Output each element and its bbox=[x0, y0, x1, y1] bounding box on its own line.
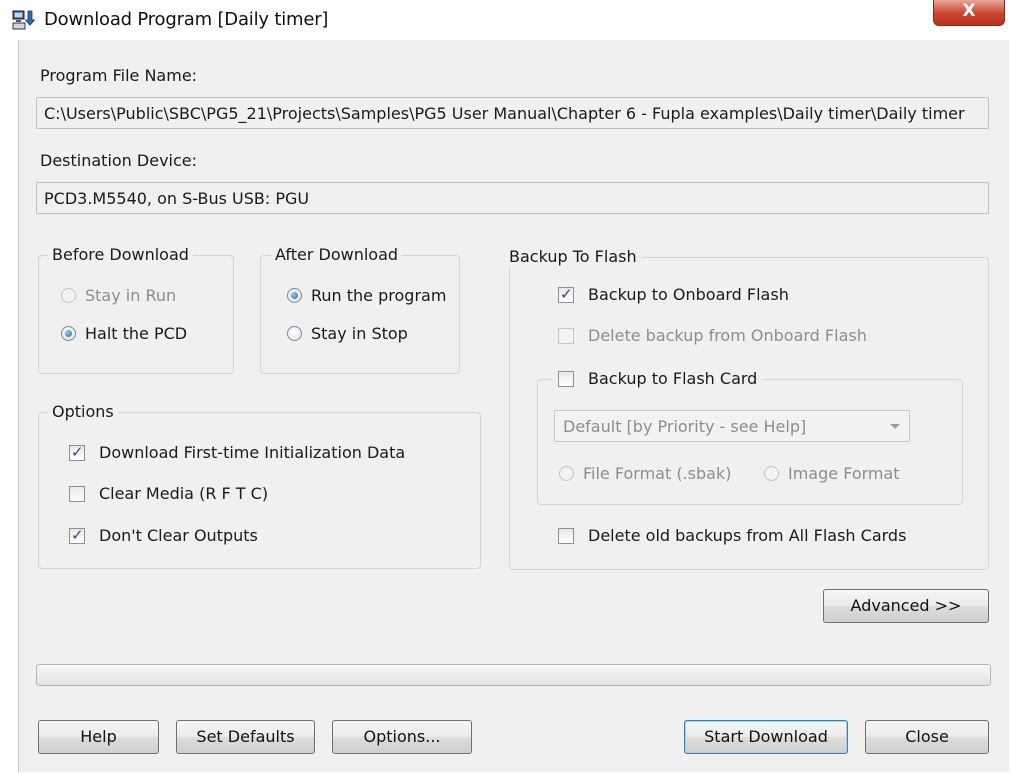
stay-in-stop-radio[interactable]: Stay in Stop bbox=[287, 324, 408, 343]
window-close-button[interactable]: X bbox=[933, 0, 1005, 26]
image-format-radio-button[interactable] bbox=[764, 466, 779, 481]
backup-onboard-check[interactable] bbox=[558, 285, 574, 303]
chevron-down-icon bbox=[890, 424, 900, 429]
before-download-group bbox=[38, 255, 234, 374]
image-format-radio[interactable]: Image Format bbox=[764, 464, 900, 483]
stay-in-stop-label: Stay in Stop bbox=[311, 324, 408, 343]
download-init-data-check[interactable] bbox=[69, 443, 85, 461]
stay-in-run-radio[interactable]: Stay in Run bbox=[61, 286, 176, 305]
stay-in-run-radio-button[interactable] bbox=[61, 288, 76, 303]
clear-media-label: Clear Media (R F T C) bbox=[99, 484, 269, 503]
delete-all-backups-checkbox[interactable]: Delete old backups from All Flash Cards bbox=[558, 526, 906, 545]
delete-all-backups-label: Delete old backups from All Flash Cards bbox=[588, 526, 907, 545]
close-button[interactable]: Close bbox=[865, 720, 989, 754]
before-download-title: Before Download bbox=[48, 245, 193, 264]
delete-onboard-backup-label: Delete backup from Onboard Flash bbox=[588, 326, 867, 345]
destination-device-label: Destination Device: bbox=[40, 151, 198, 170]
stay-in-stop-radio-button[interactable] bbox=[287, 326, 302, 341]
backup-onboard-checkbox[interactable]: Backup to Onboard Flash bbox=[558, 285, 789, 304]
flash-card-group bbox=[537, 379, 963, 505]
close-icon: X bbox=[962, 1, 976, 21]
backup-to-flash-title: Backup To Flash bbox=[505, 247, 641, 266]
backup-flash-card-label: Backup to Flash Card bbox=[588, 369, 758, 388]
run-the-program-radio-button[interactable] bbox=[287, 288, 302, 303]
halt-the-pcd-radio[interactable]: Halt the PCD bbox=[61, 324, 187, 343]
run-the-program-label: Run the program bbox=[311, 286, 447, 305]
stay-in-run-label: Stay in Run bbox=[85, 286, 177, 305]
after-download-title: After Download bbox=[271, 245, 403, 264]
start-download-button[interactable]: Start Download bbox=[684, 720, 848, 754]
dont-clear-outputs-check[interactable] bbox=[69, 526, 85, 544]
download-progress-bar bbox=[36, 664, 991, 686]
clear-media-checkbox[interactable]: Clear Media (R F T C) bbox=[69, 484, 268, 503]
flash-card-priority-select[interactable]: Default [by Priority - see Help] bbox=[554, 410, 910, 442]
halt-the-pcd-label: Halt the PCD bbox=[85, 324, 188, 343]
options-group-title: Options bbox=[48, 402, 118, 421]
file-format-radio[interactable]: File Format (.sbak) bbox=[559, 464, 731, 483]
destination-device-field: PCD3.M5540, on S-Bus USB: PGU bbox=[36, 182, 989, 214]
backup-onboard-label: Backup to Onboard Flash bbox=[588, 285, 789, 304]
file-format-label: File Format (.sbak) bbox=[583, 464, 732, 483]
dont-clear-outputs-checkbox[interactable]: Don't Clear Outputs bbox=[69, 526, 258, 545]
file-format-radio-button[interactable] bbox=[559, 466, 574, 481]
set-defaults-button[interactable]: Set Defaults bbox=[176, 720, 315, 754]
halt-the-pcd-radio-button[interactable] bbox=[61, 326, 76, 341]
delete-all-backups-check[interactable] bbox=[558, 527, 574, 544]
advanced-button[interactable]: Advanced >> bbox=[823, 589, 989, 623]
program-file-label: Program File Name: bbox=[40, 66, 198, 85]
help-button[interactable]: Help bbox=[38, 720, 159, 754]
window-title: Download Program [Daily timer] bbox=[44, 9, 329, 30]
download-computer-icon bbox=[12, 10, 36, 30]
download-init-data-label: Download First-time Initialization Data bbox=[99, 443, 406, 462]
after-download-group bbox=[260, 255, 460, 374]
options-button[interactable]: Options... bbox=[332, 720, 472, 754]
dialog-body: Program File Name: C:\Users\Public\SBC\P… bbox=[18, 40, 1009, 772]
dont-clear-outputs-label: Don't Clear Outputs bbox=[99, 526, 258, 545]
program-file-field: C:\Users\Public\SBC\PG5_21\Projects\Samp… bbox=[36, 97, 989, 129]
run-the-program-radio[interactable]: Run the program bbox=[287, 286, 446, 305]
download-init-data-checkbox[interactable]: Download First-time Initialization Data bbox=[69, 443, 405, 462]
backup-flash-card-check[interactable] bbox=[558, 370, 574, 387]
delete-onboard-backup-checkbox[interactable]: Delete backup from Onboard Flash bbox=[558, 326, 867, 345]
flash-card-priority-value: Default [by Priority - see Help] bbox=[563, 417, 807, 436]
delete-onboard-backup-check[interactable] bbox=[558, 327, 574, 344]
clear-media-check[interactable] bbox=[69, 485, 85, 502]
image-format-label: Image Format bbox=[788, 464, 900, 483]
title-bar: Download Program [Daily timer] X bbox=[0, 0, 1010, 40]
backup-flash-card-checkbox[interactable]: Backup to Flash Card bbox=[554, 369, 764, 388]
